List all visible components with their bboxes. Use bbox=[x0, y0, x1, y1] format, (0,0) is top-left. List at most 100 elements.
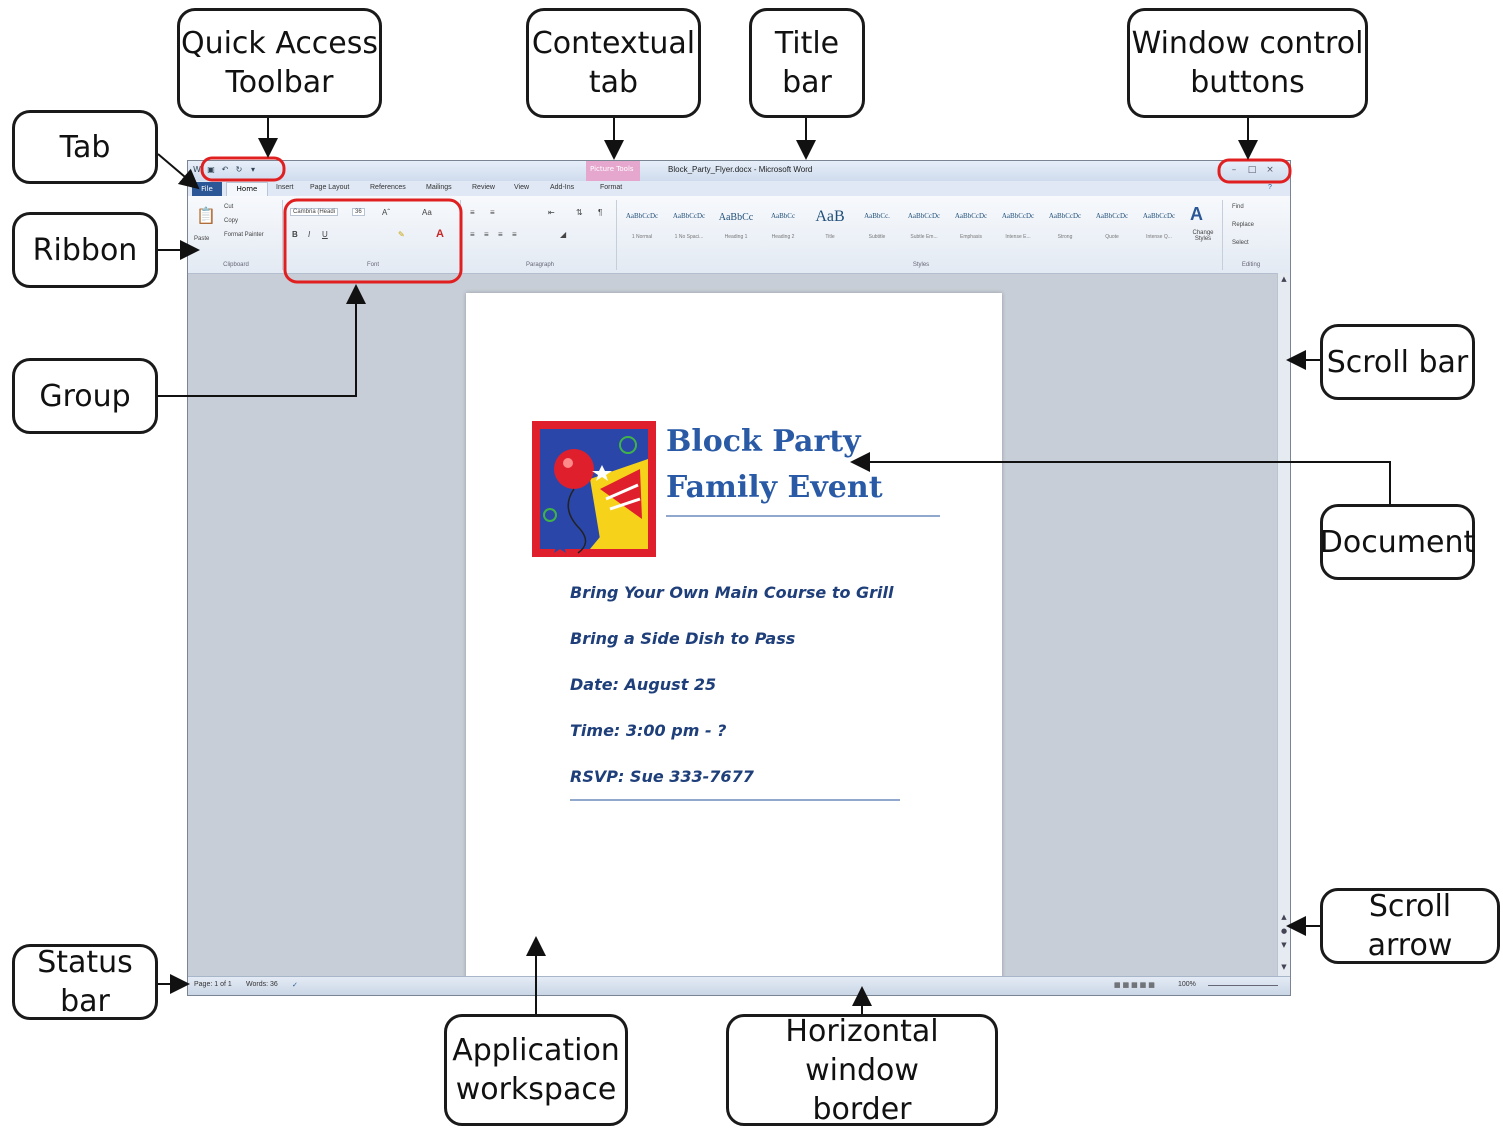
change-styles-button[interactable]: Change Styles bbox=[1186, 230, 1220, 242]
style-sample: AaBbCcDc bbox=[1001, 212, 1035, 220]
style-no-spacing[interactable]: AaBbCcDc 1 No Spaci... bbox=[667, 208, 711, 248]
style-emphasis[interactable]: AaBbCcDc Emphasis bbox=[949, 208, 993, 248]
align-left-icon[interactable]: ≡ bbox=[470, 230, 475, 239]
numbering-icon[interactable]: ≡ bbox=[490, 208, 495, 217]
justify-icon[interactable]: ≡ bbox=[512, 230, 517, 239]
zoom-slider[interactable] bbox=[1208, 981, 1278, 986]
maximize-icon[interactable]: □ bbox=[1246, 164, 1258, 176]
tab-home[interactable]: Home bbox=[226, 182, 268, 197]
style-title[interactable]: AaB Title bbox=[808, 208, 852, 248]
font-name-select[interactable]: Cambria (Headi bbox=[290, 208, 339, 216]
paste-button[interactable]: Paste bbox=[194, 236, 209, 242]
underline-icon[interactable]: U bbox=[322, 230, 328, 239]
format-painter-button[interactable]: Format Painter bbox=[224, 232, 264, 238]
vertical-scroll-bar[interactable]: ▲ ▲ ● ▼ ▼ bbox=[1277, 273, 1290, 979]
decrease-indent-icon[interactable]: ⇤ bbox=[548, 208, 555, 217]
change-styles-icon[interactable]: A bbox=[1190, 204, 1203, 225]
style-subtle-emphasis[interactable]: AaBbCcDc Subtle Em... bbox=[902, 208, 946, 248]
style-heading-1[interactable]: AaBbCc Heading 1 bbox=[714, 208, 758, 248]
tab-insert[interactable]: Insert bbox=[276, 184, 294, 191]
flyer-line-rsvp: RSVP: Sue 333-7677 bbox=[570, 767, 754, 786]
tab-mailings[interactable]: Mailings bbox=[426, 184, 452, 191]
style-strong[interactable]: AaBbCcDc Strong bbox=[1043, 208, 1087, 248]
flyer-line-date: Date: August 25 bbox=[570, 675, 717, 694]
italic-icon[interactable]: I bbox=[308, 230, 310, 239]
page-count[interactable]: Page: 1 of 1 bbox=[194, 981, 232, 988]
callout-ribbon: Ribbon bbox=[12, 212, 158, 288]
select-button[interactable]: Select bbox=[1232, 240, 1249, 246]
tab-add-ins[interactable]: Add-Ins bbox=[550, 184, 574, 191]
style-subtitle[interactable]: AaBbCc. Subtitle bbox=[855, 208, 899, 248]
font-group-label: Font bbox=[366, 262, 379, 268]
ribbon-tabs: File Home Insert Page Layout References … bbox=[188, 181, 1290, 197]
sort-icon[interactable]: ⇅ bbox=[576, 208, 583, 217]
paragraph-group-label: Paragraph bbox=[525, 262, 555, 268]
tab-references[interactable]: References bbox=[370, 184, 406, 191]
highlight-icon[interactable]: ✎ bbox=[398, 230, 405, 239]
style-intense-emphasis[interactable]: AaBbCcDc Intense E... bbox=[996, 208, 1040, 248]
next-page-icon[interactable]: ▼ bbox=[1279, 941, 1289, 951]
redo-icon[interactable]: ↻ bbox=[234, 164, 244, 176]
tab-file[interactable]: File bbox=[192, 182, 222, 196]
callout-scroll-arrow: Scroll arrow bbox=[1320, 888, 1500, 964]
style-name: Strong bbox=[1057, 234, 1073, 240]
copy-button[interactable]: Copy bbox=[224, 218, 238, 224]
style-sample: AaBbCc bbox=[718, 212, 754, 223]
word-count[interactable]: Words: 36 bbox=[246, 981, 278, 988]
word-logo-icon: W bbox=[193, 165, 201, 174]
style-heading-2[interactable]: AaBbCc Heading 2 bbox=[761, 208, 805, 248]
scroll-up-arrow-icon[interactable]: ▲ bbox=[1279, 275, 1289, 285]
styles-group-label: Styles bbox=[912, 262, 930, 268]
flyer-line-time: Time: 3:00 pm - ? bbox=[570, 721, 727, 740]
bullets-icon[interactable]: ≡ bbox=[470, 208, 475, 217]
word-window: W ▣ ↶ ↻ ▾ Block_Party_Flyer.docx - Micro… bbox=[187, 160, 1291, 996]
undo-icon[interactable]: ↶ bbox=[220, 164, 230, 176]
style-sample: AaBbCcDc bbox=[954, 212, 988, 220]
tab-page-layout[interactable]: Page Layout bbox=[310, 184, 349, 191]
help-icon[interactable]: ? bbox=[1268, 184, 1272, 191]
customize-qat-icon[interactable]: ▾ bbox=[248, 164, 258, 176]
font-color-icon[interactable]: A bbox=[436, 228, 444, 240]
replace-button[interactable]: Replace bbox=[1232, 222, 1254, 228]
align-right-icon[interactable]: ≡ bbox=[498, 230, 503, 239]
shading-icon[interactable]: ◢ bbox=[560, 230, 566, 239]
cut-button[interactable]: Cut bbox=[224, 204, 233, 210]
tab-format[interactable]: Format bbox=[600, 184, 622, 191]
scroll-down-arrow-icon[interactable]: ▼ bbox=[1279, 963, 1289, 973]
callout-window-control-buttons: Window control buttons bbox=[1127, 8, 1368, 118]
balloon-clipart-image[interactable] bbox=[530, 419, 658, 559]
style-name: Subtle Em... bbox=[910, 234, 938, 240]
status-bar: Page: 1 of 1 Words: 36 ✓ ▦ ▦ ▦ ▦ ▦ 100% bbox=[188, 976, 1290, 995]
callout-status-bar: Status bar bbox=[12, 944, 158, 1020]
proofing-icon[interactable]: ✓ bbox=[292, 981, 298, 989]
minimize-icon[interactable]: – bbox=[1228, 164, 1240, 176]
find-button[interactable]: Find bbox=[1232, 204, 1244, 210]
editing-group-label: Editing bbox=[1241, 262, 1261, 268]
grow-font-icon[interactable]: Aˆ bbox=[382, 208, 390, 217]
change-case-icon[interactable]: Aa bbox=[422, 208, 432, 217]
style-name: Quote bbox=[1105, 234, 1119, 240]
style-sample: AaBbCcDc bbox=[1142, 212, 1176, 220]
style-normal[interactable]: AaBbCcDc 1 Normal bbox=[620, 208, 664, 248]
tab-view[interactable]: View bbox=[514, 184, 529, 191]
style-intense-quote[interactable]: AaBbCcDc Intense Q... bbox=[1137, 208, 1181, 248]
bottom-border-line bbox=[570, 799, 900, 801]
paste-icon[interactable]: 📋 bbox=[196, 206, 216, 226]
quick-access-toolbar: W ▣ ↶ ↻ ▾ bbox=[192, 164, 258, 176]
tab-review[interactable]: Review bbox=[472, 184, 495, 191]
zoom-level[interactable]: 100% bbox=[1178, 981, 1196, 988]
callout-group: Group bbox=[12, 358, 158, 434]
document-page[interactable]: Block Party Family Event Bring Your Own … bbox=[466, 293, 1002, 983]
style-sample: AaBbCcDc bbox=[1095, 212, 1129, 220]
select-browse-object-icon[interactable]: ● bbox=[1279, 927, 1289, 937]
align-center-icon[interactable]: ≡ bbox=[484, 230, 489, 239]
prev-page-icon[interactable]: ▲ bbox=[1279, 913, 1289, 923]
style-quote[interactable]: AaBbCcDc Quote bbox=[1090, 208, 1134, 248]
close-icon[interactable]: × bbox=[1264, 164, 1276, 176]
save-icon[interactable]: ▣ bbox=[206, 164, 216, 176]
bold-icon[interactable]: B bbox=[292, 230, 298, 239]
view-buttons[interactable]: ▦ ▦ ▦ ▦ ▦ bbox=[1114, 981, 1155, 989]
font-size-select[interactable]: 36 bbox=[352, 208, 365, 216]
clipboard-group-label: Clipboard bbox=[223, 262, 249, 268]
show-formatting-icon[interactable]: ¶ bbox=[598, 208, 602, 217]
